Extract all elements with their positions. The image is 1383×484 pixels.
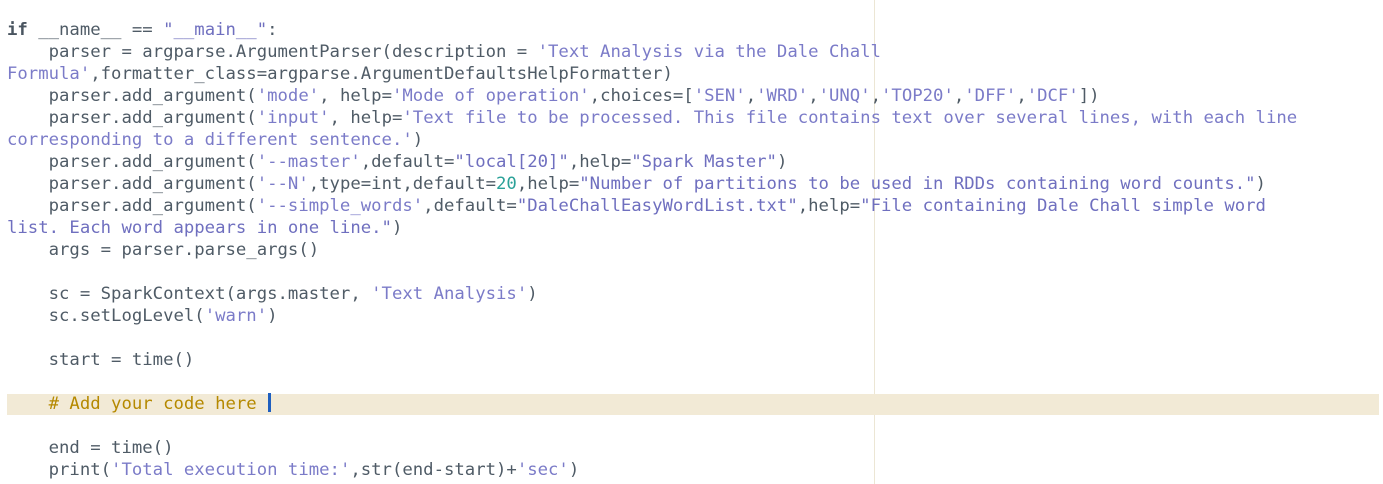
code-token: "__main__" <box>163 20 268 40</box>
code-token: 'DCF' <box>1026 86 1079 106</box>
code-token: '--master' <box>256 152 361 172</box>
code-line[interactable]: ​ <box>7 415 1297 437</box>
code-line[interactable]: parser.add_argument('--master',default="… <box>7 151 1297 173</box>
code-token: ) <box>267 306 278 326</box>
code-line[interactable]: parser.add_argument('input', help='Text … <box>7 107 1298 129</box>
code-token: end = time() <box>7 438 174 458</box>
code-token: '--simple_words' <box>256 196 424 216</box>
code-line[interactable]: end = time() <box>7 437 1297 459</box>
code-token: sc = SparkContext(args.master, <box>7 284 372 304</box>
code-token: __name__ == <box>27 20 164 40</box>
code-line[interactable]: parser.add_argument('--simple_words',def… <box>7 195 1297 217</box>
code-token: ,formatter_class=argparse.ArgumentDefaul… <box>90 64 673 84</box>
code-token: ) <box>412 130 424 150</box>
code-token: , <box>1016 86 1027 106</box>
code-token: ) <box>776 152 788 172</box>
code-token: if <box>7 20 28 40</box>
code-token: , <box>953 86 965 106</box>
code-editor[interactable]: if __name__ == "__main__": parser = argp… <box>0 0 1383 484</box>
code-token: ,default= <box>423 196 517 216</box>
code-token: 'DFF' <box>964 86 1017 106</box>
code-line[interactable]: ​ <box>7 261 1297 283</box>
code-token: parser.add_argument( <box>7 108 257 128</box>
code-token: 'TOP20' <box>881 86 954 106</box>
code-token: parser.add_argument( <box>7 152 257 172</box>
code-line[interactable]: parser.add_argument('mode', help='Mode o… <box>7 85 1297 107</box>
code-line[interactable]: print('Total execution time:',str(end-st… <box>7 459 1297 481</box>
code-line[interactable]: list. Each word appears in one line.") <box>7 217 1297 239</box>
code-token: "local[20]" <box>454 152 569 172</box>
code-line[interactable]: parser = argparse.ArgumentParser(descrip… <box>7 41 1297 63</box>
code-token: ,str(end-start)+ <box>350 460 517 480</box>
code-token: 'Total execution time:' <box>111 460 351 480</box>
code-line[interactable]: sc = SparkContext(args.master, 'Text Ana… <box>7 283 1297 305</box>
code-line[interactable]: sc.setLogLevel('warn') <box>7 305 1297 327</box>
code-token: # Add your code here <box>48 394 268 414</box>
code-token: "Number of partitions to be used in RDDs… <box>579 174 1256 194</box>
code-text-area[interactable]: if __name__ == "__main__": parser = argp… <box>7 19 1297 481</box>
code-token: ,help= <box>797 196 861 216</box>
code-line[interactable]: Formula',formatter_class=argparse.Argume… <box>7 63 1297 85</box>
code-token: 'Mode of operation' <box>391 86 590 106</box>
code-line[interactable]: if __name__ == "__main__": <box>7 19 1297 41</box>
code-token: , <box>745 86 757 106</box>
code-token: ]) <box>1078 86 1100 106</box>
code-token: 'UNQ' <box>818 86 871 106</box>
code-token: "Spark Master" <box>631 152 777 172</box>
code-token: ,type=int,default= <box>308 174 497 194</box>
code-token: 20 <box>496 174 517 194</box>
code-token: 'WRD' <box>756 86 809 106</box>
code-token: "DaleChallEasyWordList.txt" <box>516 196 798 216</box>
code-token: Formula' <box>7 64 91 84</box>
code-token: ,choices=[ <box>589 86 694 106</box>
code-token: 'warn' <box>204 306 268 326</box>
code-token: 'sec' <box>516 460 569 480</box>
code-token: parser = argparse.ArgumentParser(descrip… <box>7 42 538 62</box>
code-token: print( <box>7 460 112 480</box>
code-token: ) <box>527 284 538 304</box>
code-line[interactable]: # Add your code here <box>7 393 1297 415</box>
code-token: ) <box>1255 174 1266 194</box>
code-token: , help= <box>319 86 392 106</box>
code-token: , <box>808 86 819 106</box>
code-token: list. Each word appears in one line." <box>7 218 392 238</box>
code-token: ) <box>391 218 403 238</box>
text-caret <box>268 393 272 412</box>
code-token: parser.add_argument( <box>7 196 257 216</box>
code-token: '--N' <box>256 174 309 194</box>
code-token: 'input' <box>256 108 330 128</box>
code-token: corresponding to a different sentence.' <box>7 130 413 150</box>
code-token: 'Text Analysis' <box>371 284 528 304</box>
code-line[interactable]: ​ <box>7 371 1297 393</box>
code-token: ) <box>568 460 580 480</box>
code-token: "File containing Dale Chall simple word <box>860 196 1266 216</box>
code-token: : <box>267 20 278 40</box>
code-token: sc.setLogLevel( <box>7 306 205 326</box>
code-line[interactable]: start = time() <box>7 349 1297 371</box>
code-token: 'mode' <box>256 86 320 106</box>
code-token: 'Text Analysis via the Dale Chall <box>537 42 881 62</box>
code-token: parser.add_argument( <box>7 86 257 106</box>
code-token: parser.add_argument( <box>7 174 257 194</box>
code-line[interactable]: parser.add_argument('--N',type=int,defau… <box>7 173 1297 195</box>
code-line[interactable]: corresponding to a different sentence.') <box>7 129 1297 151</box>
code-token: , help= <box>329 108 403 128</box>
code-token: ,default= <box>360 152 455 172</box>
code-token: args = parser.parse_args() <box>7 240 320 260</box>
code-line[interactable]: args = parser.parse_args() <box>7 239 1297 261</box>
code-token: , <box>870 86 882 106</box>
code-token: ,help= <box>516 174 580 194</box>
code-token: 'SEN' <box>693 86 746 106</box>
code-token: 'Text file to be processed. This file co… <box>402 108 1298 128</box>
code-token: start = time() <box>7 350 195 370</box>
code-line[interactable]: ​ <box>7 327 1297 349</box>
code-token: ,help= <box>568 152 632 172</box>
